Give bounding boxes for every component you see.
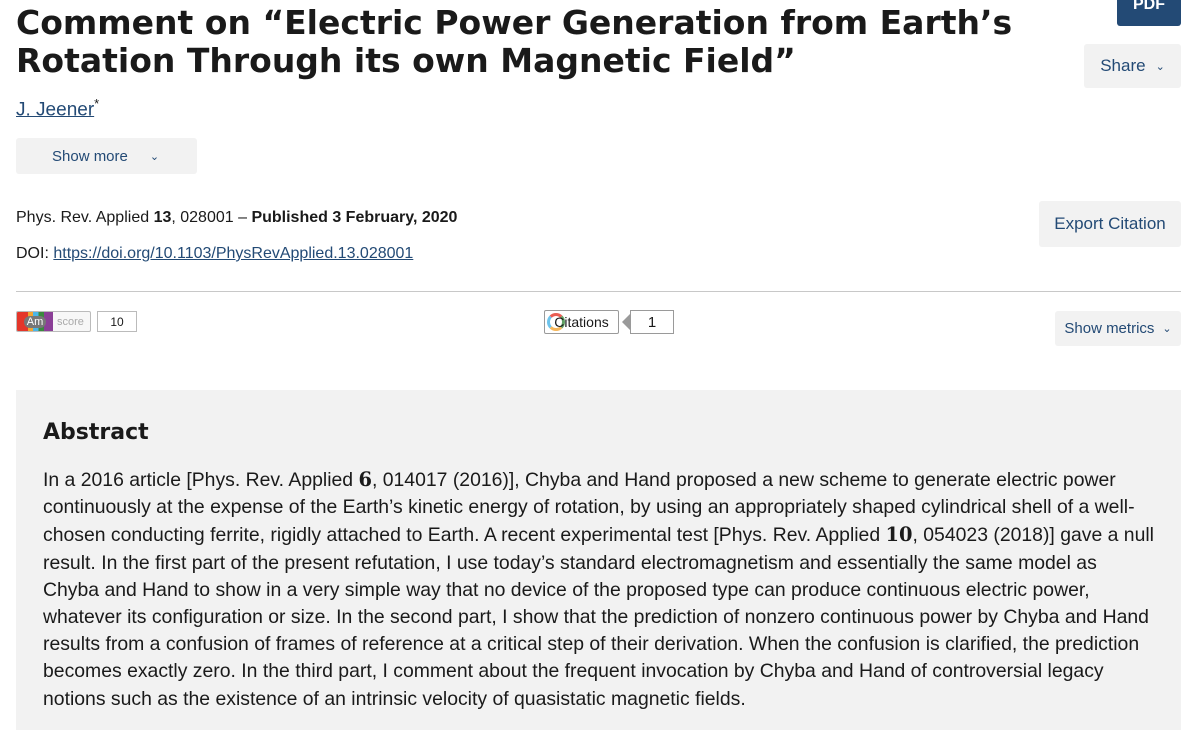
journal-volume: 13 <box>153 209 172 226</box>
abstract-volume: 10 <box>885 523 913 547</box>
altmetric-am-text: Am <box>23 315 47 328</box>
citations-count: 1 <box>630 310 674 334</box>
callout-arrow-icon <box>622 314 630 330</box>
show-metrics-label: Show metrics <box>1064 320 1155 337</box>
altmetric-score: 10 <box>97 311 137 332</box>
journal-name: Phys. Rev. Applied <box>16 209 150 226</box>
doi-label: DOI: <box>16 245 49 262</box>
chevron-down-icon: ⌄ <box>1155 60 1165 73</box>
author-marker: * <box>94 96 100 111</box>
abstract-section: Abstract In a 2016 article [Phys. Rev. A… <box>16 390 1181 730</box>
show-more-button[interactable]: Show more ⌄ <box>16 138 197 174</box>
show-metrics-button[interactable]: Show metrics ⌄ <box>1055 311 1181 346</box>
citations-label-box: Citations <box>544 310 619 334</box>
citations-badge[interactable]: Citations 1 <box>544 310 674 334</box>
article-number: , 028001 – <box>171 209 247 226</box>
page-title: Comment on “Electric Power Generation fr… <box>16 3 1013 80</box>
abstract-text-part: In a 2016 article [Phys. Rev. Applied <box>43 469 359 491</box>
share-label: Share <box>1100 56 1146 75</box>
published-date: Published 3 February, 2020 <box>251 209 458 226</box>
export-citation-button[interactable]: Export Citation <box>1039 201 1181 247</box>
share-button[interactable]: Share ⌄ <box>1084 44 1181 88</box>
abstract-text-part: , 054023 (2018)] gave a null result. In … <box>43 524 1154 710</box>
altmetric-donut: Am score <box>16 311 91 332</box>
abstract-text: In a 2016 article [Phys. Rev. Applied 6,… <box>43 466 1154 713</box>
citations-label: Citations <box>554 314 609 330</box>
chevron-down-icon: ⌄ <box>149 150 160 163</box>
abstract-heading: Abstract <box>43 420 149 445</box>
altmetric-logo-icon: Am <box>17 312 53 331</box>
author-line: J. Jeener* <box>16 96 99 121</box>
author-link[interactable]: J. Jeener <box>16 99 94 120</box>
abstract-volume: 6 <box>358 468 372 491</box>
doi-line: DOI: https://doi.org/10.1103/PhysRevAppl… <box>16 245 413 263</box>
divider <box>16 291 1181 292</box>
publication-info: Phys. Rev. Applied 13, 028001 – Publishe… <box>16 209 457 227</box>
show-more-label: Show more <box>52 147 128 165</box>
altmetric-score-label: score <box>57 315 84 328</box>
pdf-button[interactable]: PDF <box>1117 0 1181 26</box>
doi-link[interactable]: https://doi.org/10.1103/PhysRevApplied.1… <box>53 245 413 262</box>
chevron-down-icon: ⌄ <box>1162 323 1172 335</box>
altmetric-badge[interactable]: Am score 10 <box>16 311 137 332</box>
